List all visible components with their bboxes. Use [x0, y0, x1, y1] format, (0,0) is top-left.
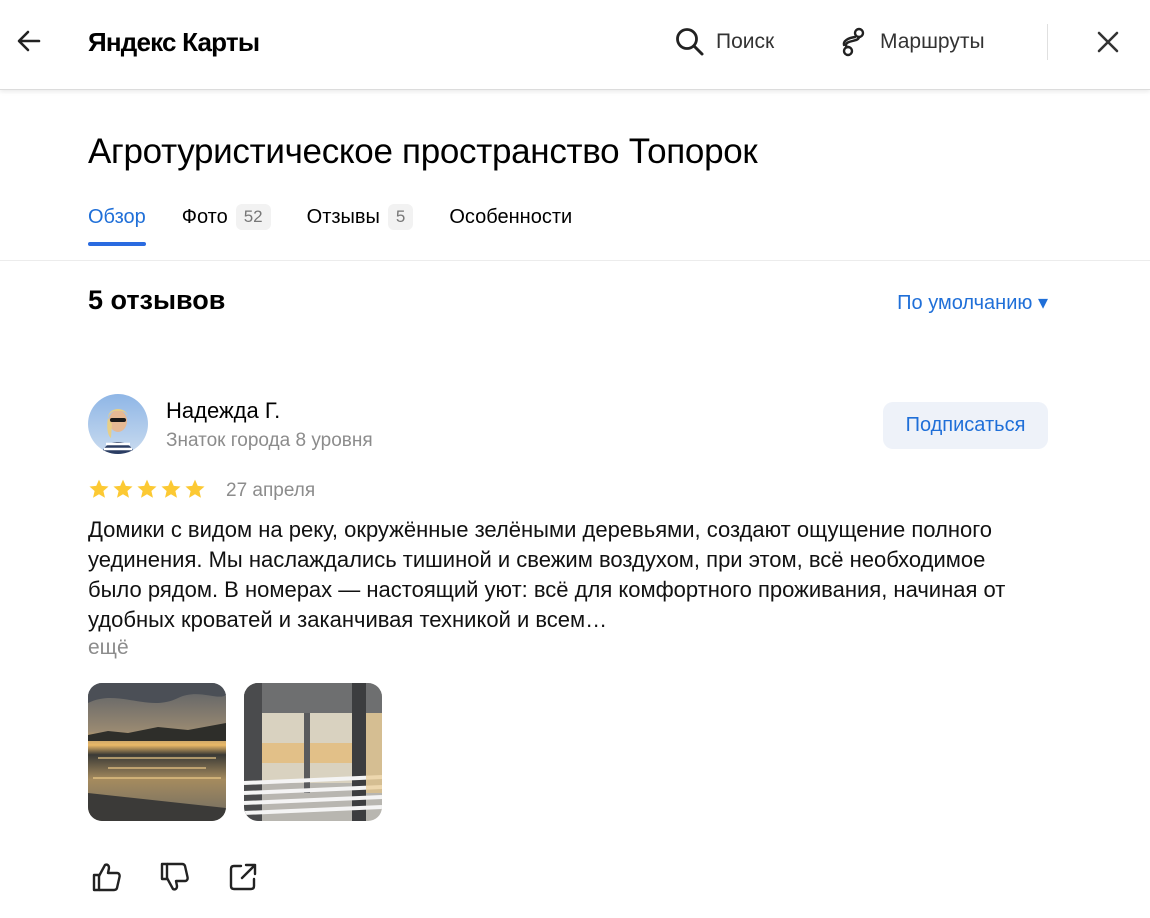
tab-label: Фото: [181, 206, 228, 228]
review-date: 27 апреля: [226, 480, 316, 501]
top-bar: Яндекс Карты Поиск Маршруты: [0, 0, 1150, 90]
review-author-name[interactable]: Надежда Г.: [166, 398, 280, 424]
routes-label: Маршруты: [880, 30, 985, 53]
share-button[interactable]: [226, 860, 260, 894]
tab-label: Обзор: [88, 206, 146, 228]
route-icon: [842, 27, 865, 57]
tab-bar: Обзор Фото 52 Отзывы 5 Особенности: [88, 200, 608, 246]
yandex-maps-logo[interactable]: Яндекс Карты: [88, 27, 260, 58]
search-label: Поиск: [716, 30, 775, 53]
read-more-link[interactable]: ещё: [88, 636, 129, 660]
tab-features[interactable]: Особенности: [449, 200, 572, 246]
star-icon: [185, 479, 205, 498]
rating-stars: [88, 478, 206, 500]
tab-count-badge: 5: [387, 204, 414, 230]
tab-count-badge: 52: [235, 204, 271, 230]
close-button[interactable]: [1094, 28, 1122, 56]
tab-photos[interactable]: Фото 52: [182, 200, 271, 246]
thumbs-up-icon: [92, 863, 121, 892]
tabs-divider: [0, 260, 1150, 261]
avatar-image: [88, 394, 148, 454]
star-icon: [137, 479, 157, 498]
review-text: Домики с видом на реку, окружённые зелён…: [88, 517, 1006, 632]
organization-title: Агротуристическое пространство Топорок: [88, 132, 758, 171]
review-photo[interactable]: [244, 683, 382, 821]
header-divider: [1047, 24, 1048, 60]
share-icon: [229, 863, 257, 891]
thumbs-down-icon: [160, 862, 189, 891]
search-button[interactable]: Поиск: [674, 25, 774, 59]
reviews-count-heading: 5 отзывов: [88, 285, 226, 315]
veranda-photo: [244, 683, 382, 821]
tab-reviews[interactable]: Отзывы 5: [307, 200, 414, 246]
sunset-lake-photo: [88, 683, 226, 821]
star-icon: [161, 479, 181, 498]
back-button[interactable]: [14, 26, 44, 56]
tab-overview[interactable]: Обзор: [88, 200, 146, 246]
close-icon: [1097, 31, 1119, 53]
review-author-level: Знаток города 8 уровня: [166, 430, 373, 451]
search-icon: [676, 28, 704, 56]
subscribe-button[interactable]: Подписаться: [883, 402, 1048, 449]
sort-dropdown[interactable]: По умолчанию ▾: [897, 290, 1048, 315]
star-icon: [113, 479, 133, 498]
star-icon: [89, 479, 109, 498]
review-photo[interactable]: [88, 683, 226, 821]
tab-label: Особенности: [449, 206, 573, 228]
arrow-left-icon: [17, 30, 41, 52]
tab-label: Отзывы: [306, 206, 380, 228]
like-button[interactable]: [90, 860, 124, 894]
dislike-button[interactable]: [158, 860, 192, 894]
avatar[interactable]: [88, 394, 148, 454]
routes-button[interactable]: Маршруты: [838, 25, 985, 59]
